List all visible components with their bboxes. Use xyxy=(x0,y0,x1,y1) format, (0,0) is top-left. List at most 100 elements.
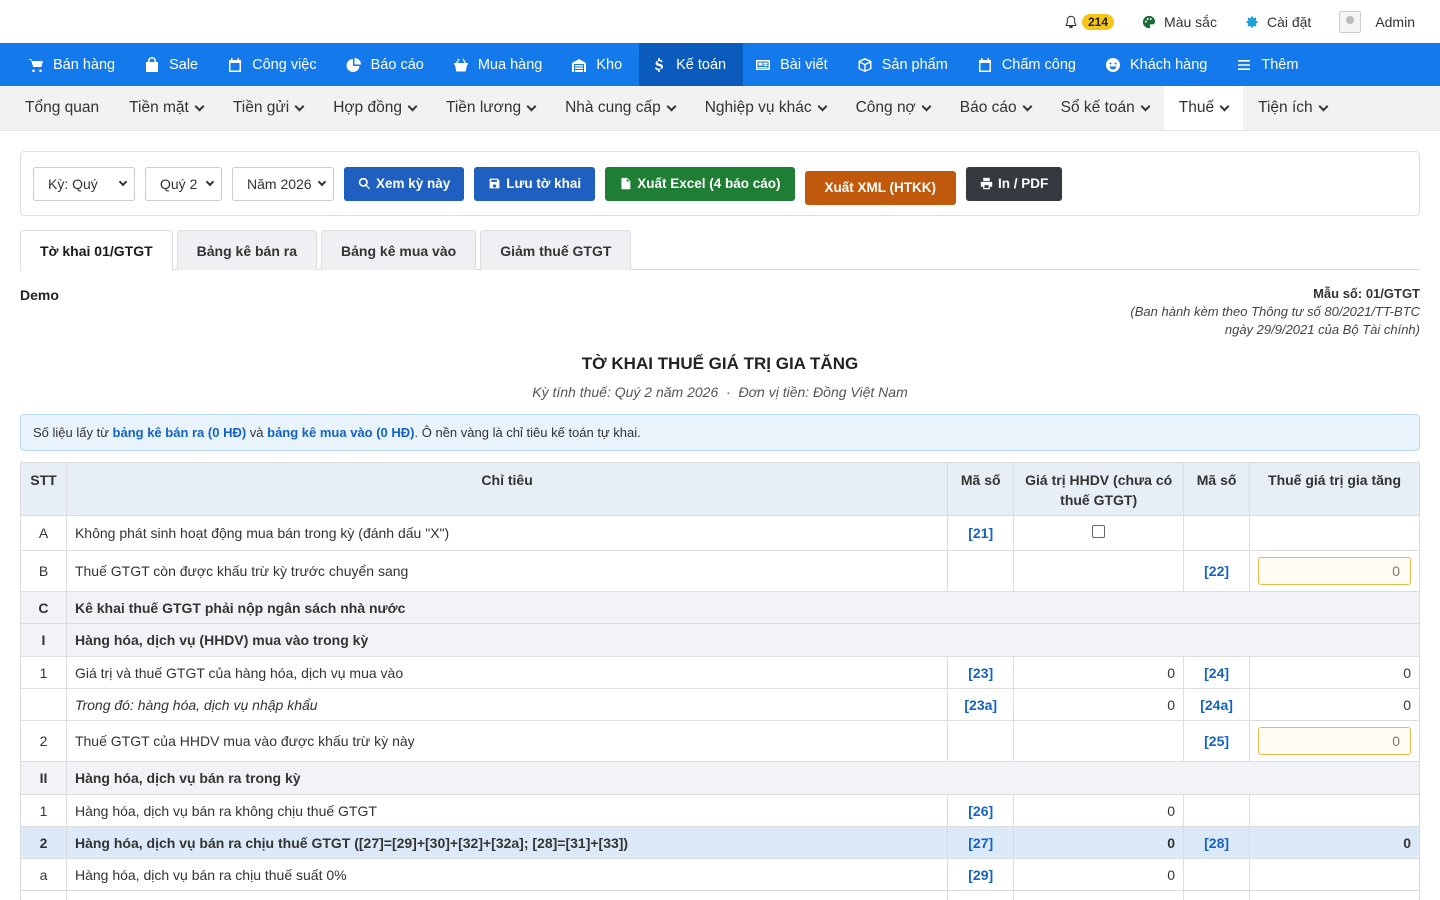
col-item: Chỉ tiêu xyxy=(65,462,949,516)
pie-chart-icon xyxy=(346,57,361,72)
subnav-tien-mat[interactable]: Tiền mặt xyxy=(114,86,218,130)
col-code-2: Mã số xyxy=(1183,462,1251,516)
subnav-nha-cung-cap[interactable]: Nhà cung cấp xyxy=(550,86,690,130)
row-item: Không phát sinh hoạt động mua bán trong … xyxy=(65,515,949,551)
view-period-button[interactable]: Xem kỳ này xyxy=(344,166,465,201)
empty-cell xyxy=(947,720,1015,762)
subnav-label: Tiền gửi xyxy=(232,99,290,116)
nav-mua-hang[interactable]: Mua hàng xyxy=(441,43,560,86)
row-code[interactable]: [21] xyxy=(947,515,1015,551)
subnav-tong-quan[interactable]: Tổng quan xyxy=(10,86,114,130)
subnav-cong-no[interactable]: Công nợ xyxy=(841,86,945,130)
tab-bang-ke-ban-ra[interactable]: Bảng kê bán ra xyxy=(176,230,318,270)
year-select[interactable]: Năm 2026 xyxy=(232,166,334,201)
color-theme-button[interactable]: Màu sắc xyxy=(1142,14,1217,30)
chevron-down-icon xyxy=(407,101,418,111)
nav-label: Kho xyxy=(596,56,623,73)
tab-label: Bảng kê mua vào xyxy=(341,242,457,259)
row-code[interactable]: [24a] xyxy=(1183,688,1251,721)
nav-cong-viec[interactable]: Công việc xyxy=(215,43,333,86)
nav-label: Mua hàng xyxy=(477,56,543,73)
subnav-bao-cao[interactable]: Báo cáo xyxy=(945,86,1046,130)
nav-ban-hang[interactable]: Bán hàng xyxy=(16,43,132,86)
nav-them[interactable]: Thêm xyxy=(1224,43,1315,86)
quarter-select[interactable]: Quý 2 xyxy=(145,166,222,201)
subnav-hop-dong[interactable]: Hợp đồng xyxy=(318,86,431,130)
main-nav: Bán hàng Sale Công việc Báo cáo Mua hàng… xyxy=(0,43,1440,86)
purchase-list-link[interactable]: bảng kê mua vào (0 HĐ) xyxy=(267,425,414,440)
empty-cell xyxy=(1249,794,1420,827)
declaration-header: Demo Mẫu số: 01/GTGT (Ban hành kèm theo … xyxy=(20,270,1420,405)
input-cell: 0 xyxy=(1249,720,1420,762)
export-xml-button[interactable]: Xuất XML (HTKK) xyxy=(804,170,956,205)
nav-cham-cong[interactable]: Chấm công xyxy=(965,43,1093,86)
settings-button[interactable]: Cài đặt xyxy=(1245,14,1311,30)
nav-sale[interactable]: Sale xyxy=(132,43,215,86)
subnav-label: Tiện ích xyxy=(1258,99,1313,116)
note-text: . Ô nền vàng là chỉ tiêu kế toán tự khai… xyxy=(414,425,641,440)
row-value: 0 xyxy=(1013,688,1185,721)
dollar-icon xyxy=(655,57,664,72)
subnav-so-ke-toan[interactable]: Sổ kế toán xyxy=(1046,86,1164,130)
form-number: Mẫu số: 01/GTGT xyxy=(1313,286,1420,301)
row-code[interactable]: [26] xyxy=(947,794,1015,827)
row-value: 0 xyxy=(1013,858,1185,891)
row-code[interactable]: [29] xyxy=(947,858,1015,891)
empty-cell xyxy=(1183,515,1251,551)
sales-list-link[interactable]: bảng kê bán ra (0 HĐ) xyxy=(113,425,247,440)
row-code[interactable]: [27] xyxy=(947,826,1015,859)
report-tabs: Tờ khai 01/GTGT Bảng kê bán ra Bảng kê m… xyxy=(20,230,1420,271)
row-stt: C xyxy=(20,591,67,624)
row-code[interactable]: [23] xyxy=(947,656,1015,689)
subnav-label: Sổ kế toán xyxy=(1060,99,1135,116)
tab-to-khai[interactable]: Tờ khai 01/GTGT xyxy=(20,230,173,271)
issued-line-1: (Ban hành kèm theo Thông tư số 80/2021/T… xyxy=(1130,304,1420,319)
nav-bai-viet[interactable]: Bài viết xyxy=(743,43,845,86)
print-pdf-button[interactable]: In / PDF xyxy=(966,166,1063,201)
row-stt: I xyxy=(20,623,67,657)
row-code[interactable]: [23a] xyxy=(947,688,1015,721)
chevron-down-icon xyxy=(921,101,932,111)
period-type-select[interactable]: Kỳ: Quý xyxy=(33,166,135,201)
tab-giam-thue[interactable]: Giảm thuế GTGT xyxy=(480,230,632,270)
nav-ke-toan[interactable]: Kế toán xyxy=(639,43,744,86)
row-code[interactable]: [22] xyxy=(1183,550,1251,592)
export-excel-button[interactable]: Xuất Excel (4 báo cáo) xyxy=(605,166,795,201)
row-stt: a xyxy=(20,858,67,891)
subnav-thue[interactable]: Thuế xyxy=(1163,86,1244,130)
chevron-down-icon xyxy=(205,177,215,186)
print-pdf-label: In / PDF xyxy=(998,176,1049,191)
nav-san-pham[interactable]: Sản phẩm xyxy=(845,43,965,86)
file-icon xyxy=(621,177,631,190)
row-value: 0 xyxy=(1013,826,1185,859)
table-row: B Thuế GTGT còn được khấu trừ kỳ trước c… xyxy=(20,550,1420,592)
subnav-label: Tiền mặt xyxy=(129,99,189,116)
empty-cell xyxy=(1183,858,1251,891)
subnav-tien-ich[interactable]: Tiện ích xyxy=(1243,86,1342,130)
filter-toolbar: Kỳ: Quý Quý 2 Năm 2026 Xem kỳ này Lưu tờ… xyxy=(20,151,1420,216)
no-activity-checkbox[interactable] xyxy=(1092,525,1106,538)
nav-khach-hang[interactable]: Khách hàng xyxy=(1093,43,1224,86)
row-code[interactable]: [25] xyxy=(1183,720,1251,762)
subnav-tien-gui[interactable]: Tiền gửi xyxy=(218,86,318,130)
empty-cell xyxy=(65,890,949,900)
save-declaration-button[interactable]: Lưu tờ khai xyxy=(474,166,596,201)
tab-bang-ke-mua-vao[interactable]: Bảng kê mua vào xyxy=(321,230,477,270)
subnav-label: Nhà cung cấp xyxy=(565,99,661,116)
row-code[interactable]: [24] xyxy=(1183,656,1251,689)
basket-icon xyxy=(453,58,468,71)
row-item: Hàng hóa, dịch vụ bán ra chịu thuế suất … xyxy=(65,858,949,891)
nav-bao-cao[interactable]: Báo cáo xyxy=(334,43,441,86)
notification-button[interactable]: 214 xyxy=(1064,13,1115,30)
empty-cell xyxy=(947,550,1015,592)
no-activity-cell xyxy=(1013,515,1185,551)
subnav-tien-luong[interactable]: Tiền lương xyxy=(431,86,550,130)
carried-forward-tax-input[interactable]: 0 xyxy=(1258,557,1411,585)
deductible-tax-input[interactable]: 0 xyxy=(1258,727,1411,755)
nav-kho[interactable]: Kho xyxy=(559,43,639,86)
row-code[interactable]: [28] xyxy=(1183,826,1251,859)
col-tax: Thuế giá trị gia tăng xyxy=(1249,462,1420,516)
subnav-nghiep-vu-khac[interactable]: Nghiệp vụ khác xyxy=(690,86,841,130)
user-menu[interactable]: Admin xyxy=(1339,10,1415,33)
nav-label: Công việc xyxy=(252,56,317,73)
